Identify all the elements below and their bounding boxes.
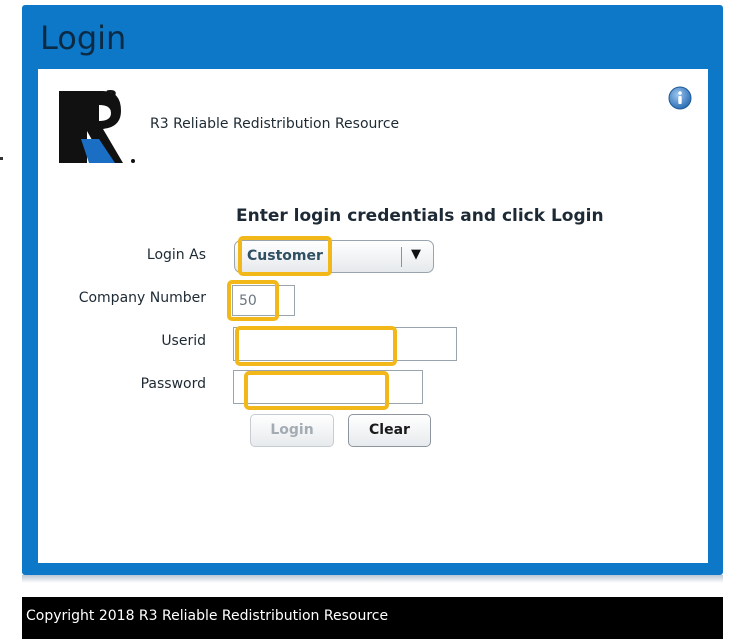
password-input[interactable] — [233, 370, 423, 404]
password-label: Password — [140, 376, 206, 392]
login-as-value: Customer — [247, 248, 323, 264]
chevron-down-icon: ▼ — [411, 247, 421, 262]
window-title: Login — [40, 19, 127, 57]
info-icon[interactable] — [668, 86, 692, 110]
userid-label: Userid — [161, 333, 206, 349]
userid-input[interactable] — [233, 327, 457, 361]
window-shadow — [22, 575, 723, 583]
copyright-text: Copyright 2018 R3 Reliable Redistributio… — [26, 608, 389, 624]
select-divider — [401, 247, 402, 267]
page-edge-mark — [0, 157, 3, 160]
login-as-label: Login As — [146, 247, 206, 263]
r3-logo: 3 — [59, 87, 135, 163]
login-as-select[interactable]: Customer ▼ — [234, 240, 434, 273]
svg-text:3: 3 — [105, 87, 118, 108]
clear-button[interactable]: Clear — [348, 414, 431, 447]
company-number-label: Company Number — [78, 290, 206, 306]
login-button[interactable]: Login — [250, 414, 334, 447]
login-panel — [38, 69, 708, 563]
form-heading: Enter login credentials and click Login — [236, 206, 604, 226]
footer: Copyright 2018 R3 Reliable Redistributio… — [22, 597, 723, 639]
app-name: R3 Reliable Redistribution Resource — [150, 116, 400, 132]
company-number-input[interactable] — [232, 285, 295, 316]
